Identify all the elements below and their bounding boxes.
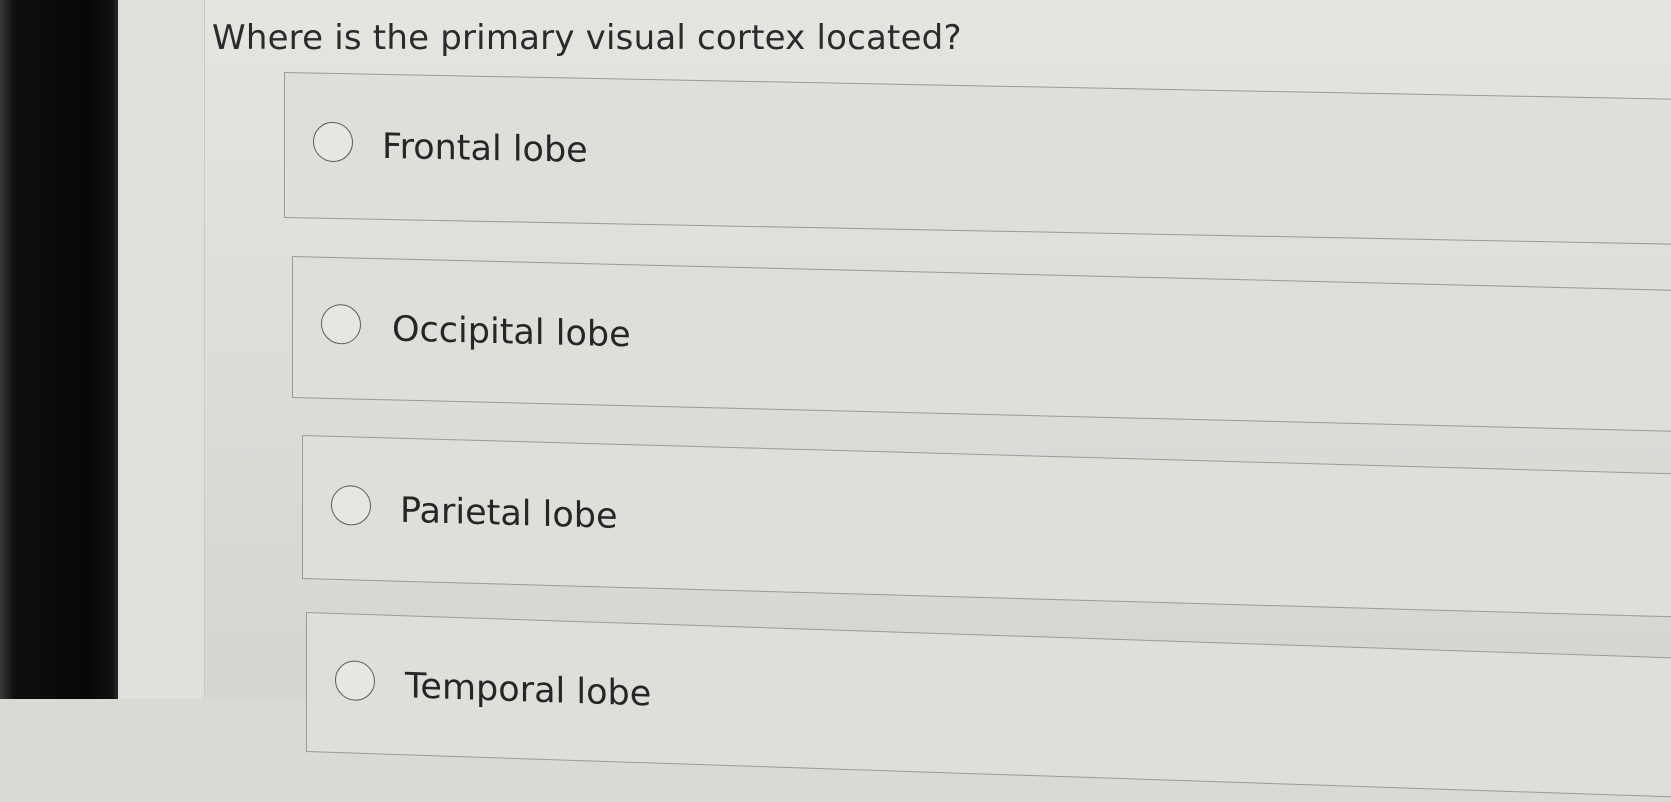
question-text: Where is the primary visual cortex locat… — [212, 18, 962, 58]
monitor-bezel — [0, 0, 118, 699]
answer-label: Temporal lobe — [405, 666, 652, 715]
answer-option-frontal-lobe[interactable]: Frontal lobe — [284, 72, 1671, 247]
radio-button-icon[interactable] — [331, 484, 371, 526]
radio-button-icon[interactable] — [321, 303, 361, 345]
answer-label: Occipital lobe — [392, 309, 631, 356]
radio-button-icon[interactable] — [313, 121, 353, 163]
left-margin-panel — [118, 0, 205, 699]
answer-label: Parietal lobe — [400, 490, 618, 537]
answer-label: Frontal lobe — [382, 126, 588, 171]
radio-button-icon[interactable] — [335, 659, 375, 702]
